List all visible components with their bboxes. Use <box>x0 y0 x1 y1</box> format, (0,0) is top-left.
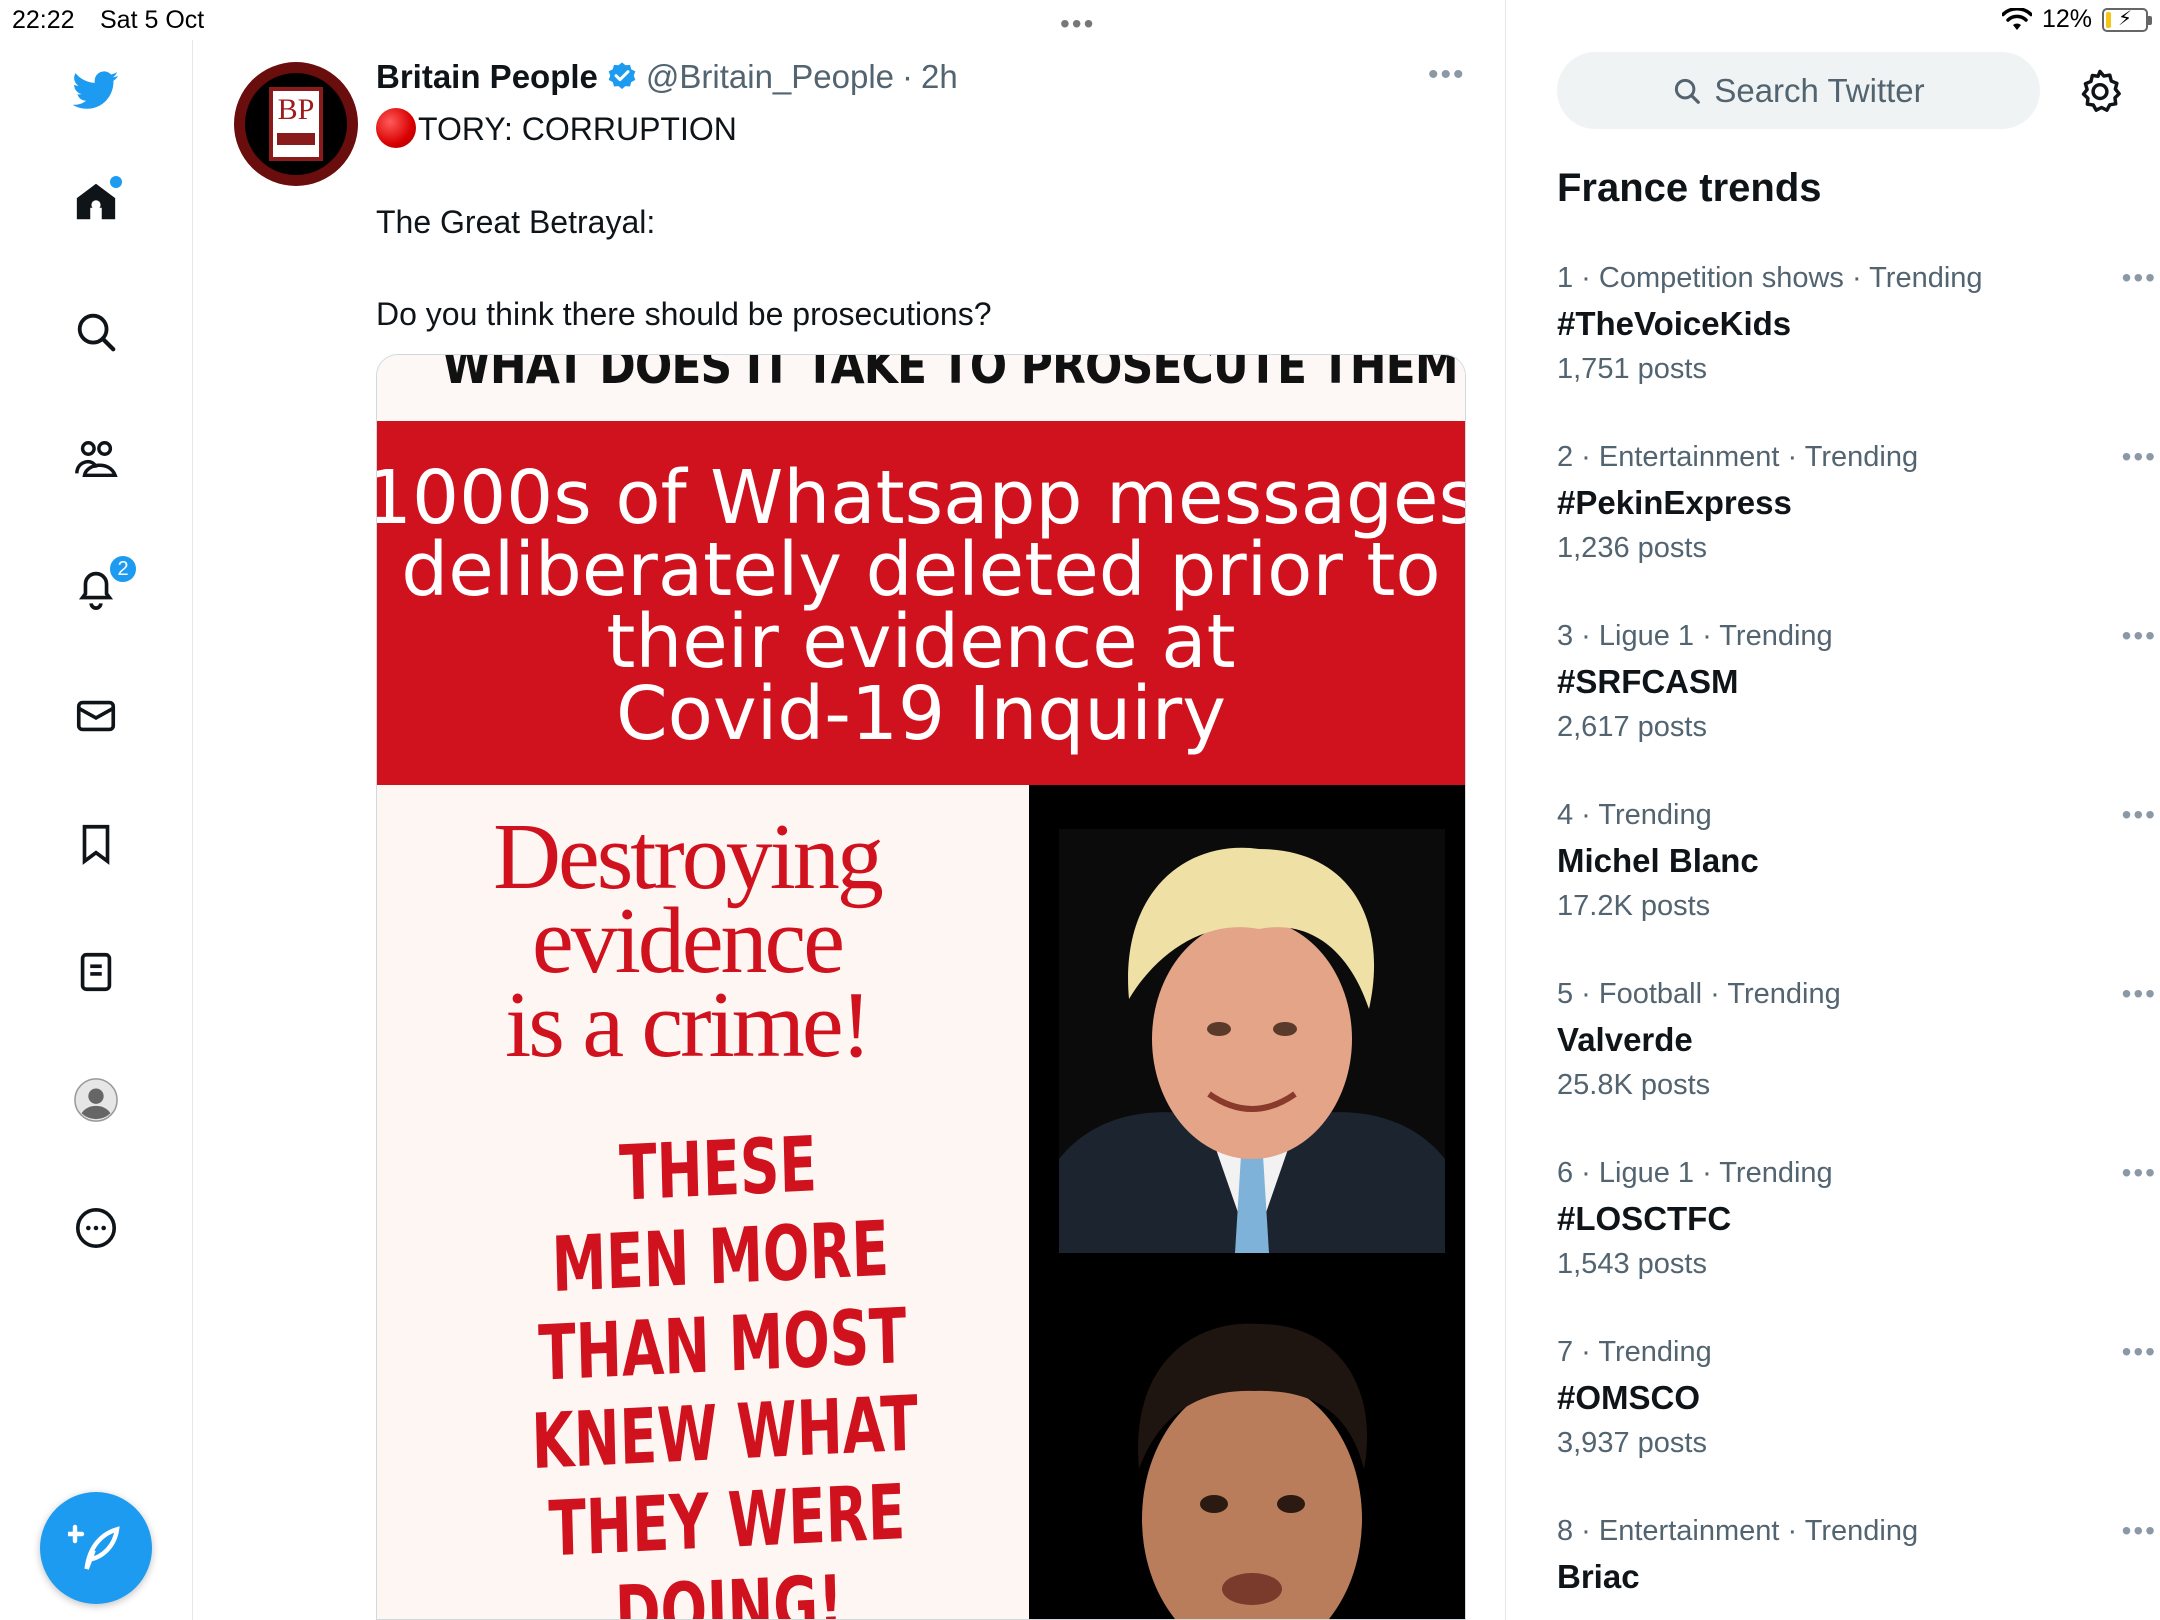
trend-item[interactable]: 8 · Entertainment · Trending Briac ••• <box>1557 1515 2155 1620</box>
trend-meta: 7 · Trending <box>1557 1336 1712 1368</box>
more-options-icon[interactable] <box>72 1204 120 1252</box>
tweet-more-icon[interactable]: ••• <box>1428 58 1466 92</box>
tweet-text-line-3: Do you think there should be prosecution… <box>376 296 992 332</box>
home-icon[interactable] <box>72 176 122 226</box>
trend-post-count: 17.2K posts <box>1557 890 1711 922</box>
banner-line: Covid-19 Inquiry <box>615 671 1227 757</box>
trend-post-count: 1,751 posts <box>1557 353 1707 385</box>
trend-more-icon[interactable]: ••• <box>2122 1336 2157 1368</box>
author-avatar[interactable]: BP <box>234 62 358 186</box>
trend-meta: 4 · Trending <box>1557 799 1712 831</box>
trend-name: #OMSCO <box>1557 1379 1701 1416</box>
trend-post-count: 2,617 posts <box>1557 711 1707 743</box>
messages-envelope-icon[interactable] <box>72 692 120 740</box>
shout-line: THEY WERE DOING! <box>547 1467 907 1620</box>
trend-more-icon[interactable]: ••• <box>2122 978 2157 1010</box>
trend-meta: 6 · Ligue 1 · Trending <box>1557 1157 1833 1189</box>
trend-post-count: 25.8K posts <box>1557 1069 1711 1101</box>
tweet-header: Britain People @Britain_People · 2h <box>376 58 958 96</box>
search-icon <box>1675 78 1701 104</box>
portrait-photo-1 <box>1059 829 1445 1253</box>
twitter-logo-icon[interactable] <box>72 66 120 114</box>
trend-post-count: 3,937 posts <box>1557 1427 1707 1459</box>
trend-more-icon[interactable]: ••• <box>2122 1515 2157 1547</box>
trend-more-icon[interactable]: ••• <box>2122 1157 2157 1189</box>
trend-item[interactable]: 1 · Competition shows · Trending #TheVoi… <box>1557 262 2155 432</box>
banner-line: 1000s of Whatsapp messages <box>376 455 1466 541</box>
bookmark-icon[interactable] <box>72 820 120 868</box>
verified-badge-icon <box>608 62 636 89</box>
trend-post-count: 1,543 posts <box>1557 1248 1707 1280</box>
trend-more-icon[interactable]: ••• <box>2122 799 2157 831</box>
trends-heading: France trends <box>1557 166 1822 210</box>
notifications-badge: 2 <box>108 554 138 584</box>
tweet-timestamp[interactable]: 2h <box>921 58 958 96</box>
crime-line: evidence <box>531 889 845 993</box>
media-cut-headline: WHAT DOES IT TAKE TO PROSECUTE THEM? <box>442 355 1465 395</box>
avatar-logo: BP <box>245 73 347 175</box>
trend-meta: 1 · Competition shows · Trending <box>1557 262 1983 294</box>
left-navigation: 2 <box>0 40 193 1620</box>
trend-more-icon[interactable]: ••• <box>2122 620 2157 652</box>
compose-tweet-button[interactable] <box>40 1492 152 1604</box>
profile-avatar-icon[interactable] <box>72 1076 120 1124</box>
tweet-text-line-1-text: TORY: CORRUPTION <box>418 111 737 147</box>
trend-name: Michel Blanc <box>1557 842 1759 879</box>
portrait-photo-2 <box>1059 1299 1445 1619</box>
trend-name: Valverde <box>1557 1021 1693 1058</box>
search-placeholder: Search Twitter <box>1714 71 1925 109</box>
banner-line: deliberately deleted prior to <box>401 527 1441 613</box>
banner-line: their evidence at <box>606 599 1236 685</box>
settings-gear-icon[interactable] <box>2077 68 2123 114</box>
right-sidebar: Search Twitter France trends 1 · Competi… <box>1507 0 2160 1620</box>
tweet-text-line-1: TORY: CORRUPTION <box>376 108 737 148</box>
shout-text: THESE MEN MORE THAN MOST KNEW WHAT THEY … <box>487 1114 961 1620</box>
status-time: 22:22 <box>12 6 75 34</box>
author-name[interactable]: Britain People <box>376 58 598 96</box>
trend-name: #SRFCASM <box>1557 663 1739 700</box>
feather-plus-icon <box>68 1524 120 1570</box>
notifications-bell-icon[interactable]: 2 <box>72 554 138 612</box>
crime-text: Destroying evidence is a crime! <box>377 805 997 1077</box>
bp-logo: BP <box>269 87 323 161</box>
media-red-banner: 1000s of Whatsapp messages deliberately … <box>377 421 1465 785</box>
search-input[interactable]: Search Twitter <box>1557 52 2040 129</box>
trend-item[interactable]: 7 · Trending #OMSCO 3,937 posts ••• <box>1557 1336 2155 1506</box>
crime-line: Destroying <box>493 805 884 909</box>
trend-more-icon[interactable]: ••• <box>2122 441 2157 473</box>
crime-line: is a crime! <box>505 973 872 1077</box>
trend-item[interactable]: 4 · Trending Michel Blanc 17.2K posts ••… <box>1557 799 2155 969</box>
trend-item[interactable]: 2 · Entertainment · Trending #PekinExpre… <box>1557 441 2155 611</box>
media-text-panel: Destroying evidence is a crime! THESE ME… <box>377 785 1029 1620</box>
timeline: BP Britain People @Britain_People · 2h •… <box>194 0 1506 1620</box>
trend-item[interactable]: 5 · Football · Trending Valverde 25.8K p… <box>1557 978 2155 1148</box>
author-handle[interactable]: @Britain_People <box>646 58 894 96</box>
communities-icon[interactable] <box>72 436 120 484</box>
home-new-dot <box>110 176 122 188</box>
trend-item[interactable]: 3 · Ligue 1 · Trending #SRFCASM 2,617 po… <box>1557 620 2155 790</box>
trend-meta: 2 · Entertainment · Trending <box>1557 441 1919 473</box>
trend-post-count: 1,236 posts <box>1557 532 1707 564</box>
trend-item[interactable]: 6 · Ligue 1 · Trending #LOSCTFC 1,543 po… <box>1557 1157 2155 1327</box>
media-photo-panel <box>1029 785 1465 1619</box>
trend-name: #TheVoiceKids <box>1557 305 1792 342</box>
tweet-media-image[interactable]: WHAT DOES IT TAKE TO PROSECUTE THEM? 100… <box>376 354 1466 1620</box>
trend-meta: 3 · Ligue 1 · Trending <box>1557 620 1833 652</box>
red-circle-emoji-icon <box>376 108 416 148</box>
trend-name: Briac <box>1557 1558 1640 1595</box>
lists-icon[interactable] <box>72 948 120 996</box>
tweet-text-line-2: The Great Betrayal: <box>376 204 656 240</box>
trend-name: #PekinExpress <box>1557 484 1792 521</box>
status-date: Sat 5 Oct <box>100 6 205 34</box>
trend-more-icon[interactable]: ••• <box>2122 262 2157 294</box>
search-icon[interactable] <box>72 308 120 356</box>
media-top-strip: WHAT DOES IT TAKE TO PROSECUTE THEM? <box>377 355 1465 421</box>
trend-name: #LOSCTFC <box>1557 1200 1732 1237</box>
header-separator: · <box>902 58 914 95</box>
trend-meta: 8 · Entertainment · Trending <box>1557 1515 1919 1547</box>
trend-meta: 5 · Football · Trending <box>1557 978 1841 1010</box>
